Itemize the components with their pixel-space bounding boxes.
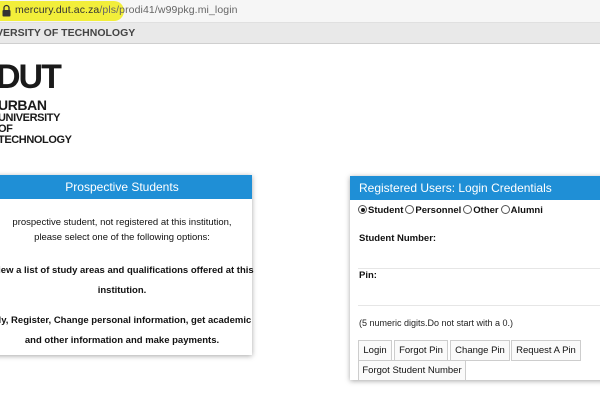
prospective-panel-title: Prospective Students [0,175,252,199]
role-radio-group: Student Personnel Other Alumni [358,205,545,216]
registered-users-panel: Registered Users: Login Credentials Stud… [350,176,600,381]
pin-label: Pin: [359,270,377,281]
radio-other-label[interactable]: Other [473,205,498,216]
radio-student-label[interactable]: Student [368,205,403,216]
logo-mark: DUT [0,58,62,96]
forgot-pin-button[interactable]: Forgot Pin [394,340,448,361]
radio-alumni-label[interactable]: Alumni [511,205,543,216]
site-header: VERSITY OF TECHNOLOGY [0,23,600,44]
url-text[interactable]: mercury.dut.ac.za/pls/prodi41/w99pkg.mi_… [15,4,238,16]
radio-other[interactable] [463,205,473,214]
url-path-b: prodi41 [119,4,155,16]
url-host: mercury.dut.ac.za [15,4,100,16]
logo-line-technology: TECHNOLOGY [0,134,72,146]
request-pin-button[interactable]: Request A Pin [511,340,581,361]
student-number-field[interactable] [358,268,600,269]
logo-line-urban: URBAN [0,97,47,113]
prospective-intro: prospective student, not registered at t… [12,217,232,243]
url-path-c: /w99pkg.mi_login [154,4,238,16]
student-number-label: Student Number: [359,233,437,244]
change-pin-button[interactable]: Change Pin [450,340,510,361]
option-apply-register[interactable]: ply, Register, Change personal informati… [0,311,252,351]
prospective-panel-body: prospective student, not registered at t… [0,215,254,351]
option-view-study-areas[interactable]: View a list of study areas and qualifica… [0,261,254,301]
pin-hint: (5 numeric digits.Do not start with a 0.… [359,318,514,328]
pin-field[interactable] [358,305,600,306]
radio-personnel-label[interactable]: Personnel [415,205,461,216]
option-view-study-areas-line1: View a list of study areas and qualifica… [0,265,254,276]
radio-alumni[interactable] [500,205,510,214]
browser-address-bar[interactable]: mercury.dut.ac.za/pls/prodi41/w99pkg.mi_… [0,0,600,23]
radio-student[interactable] [358,205,367,214]
prospective-students-panel: Prospective Students prospective student… [0,175,254,355]
radio-personnel[interactable] [405,205,415,214]
forgot-student-number-button[interactable]: Forgot Student Number [358,360,466,381]
option-apply-register-line2: and other information and make payments. [24,335,220,346]
dut-logo: DUT URBAN UNIVERSITY OF TECHNOLOGY [0,46,72,162]
login-button[interactable]: Login [358,340,392,361]
site-title: VERSITY OF TECHNOLOGY [0,27,136,39]
option-view-study-areas-line2: institution. [97,285,147,296]
url-path-a: /pls/ [99,4,120,16]
lock-icon [2,4,11,17]
registered-panel-title: Registered Users: Login Credentials [350,176,600,200]
option-apply-register-line1: ply, Register, Change personal informati… [0,315,252,326]
